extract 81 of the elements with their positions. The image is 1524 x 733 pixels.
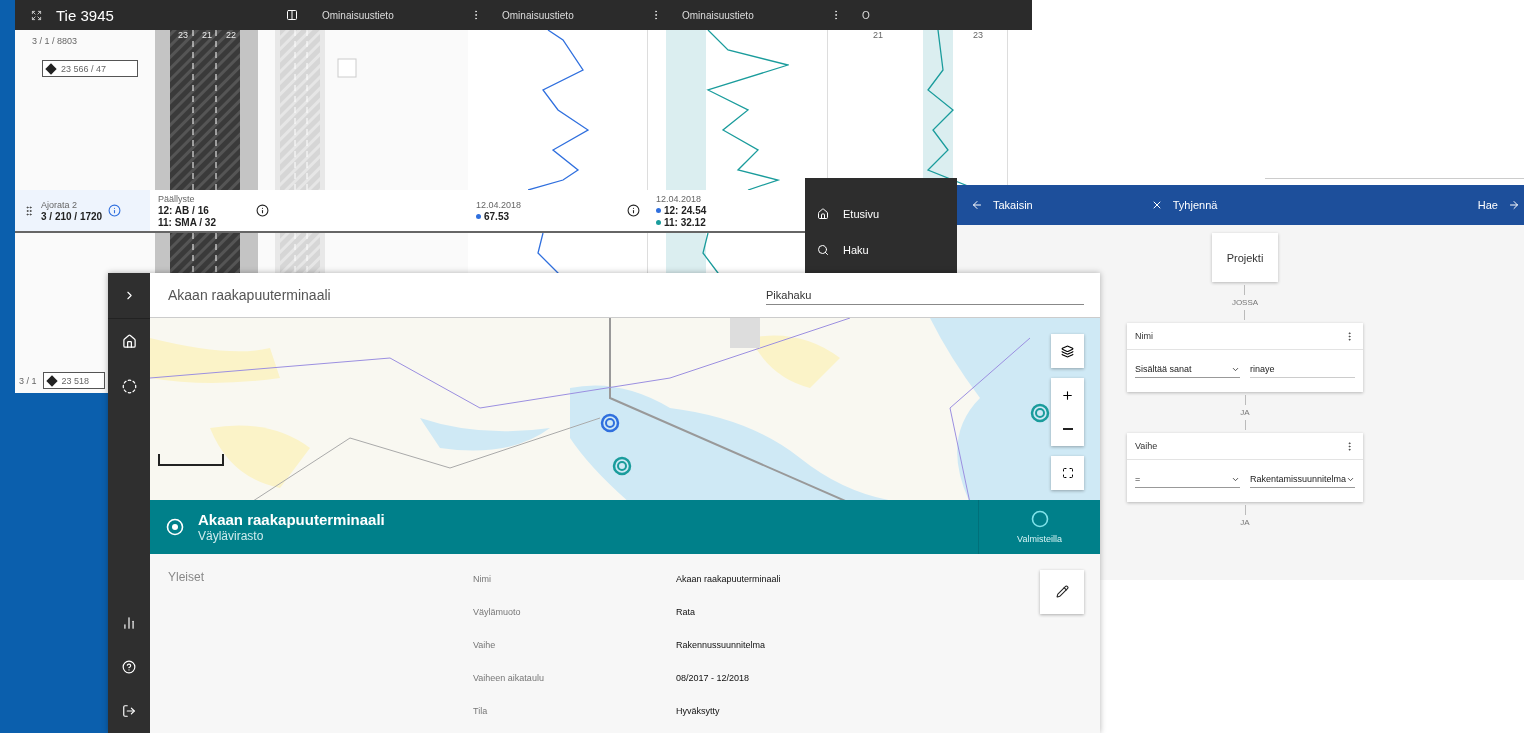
- back-icon: [971, 199, 983, 211]
- scale-bar: [158, 453, 224, 466]
- pavement-label: Päällyste: [158, 193, 196, 204]
- column-header: O: [862, 9, 870, 21]
- field-value: Rakennussuunnitelma: [676, 639, 767, 652]
- back-button[interactable]: Takaisin: [967, 195, 1037, 215]
- reading-date: 12.04.2018: [476, 199, 522, 210]
- status-button[interactable]: Valmisteilla: [978, 499, 1100, 554]
- lane-number: 22: [226, 30, 237, 40]
- condition-field: Nimi: [1135, 331, 1153, 341]
- plus-icon: [1061, 388, 1074, 402]
- condition-field: Vaihe: [1135, 441, 1158, 451]
- operator-select[interactable]: =: [1135, 474, 1240, 488]
- circle-icon[interactable]: [121, 378, 137, 394]
- field-label: Vaihe: [473, 639, 497, 652]
- lane-number: 21: [202, 30, 213, 40]
- clear-button[interactable]: Tyhjennä: [1146, 195, 1222, 215]
- drag-handle-icon[interactable]: [23, 204, 35, 217]
- column-header: Ominaisuustieto: [322, 9, 394, 21]
- map-marker-icon[interactable]: [600, 413, 620, 434]
- banner-subtitle: Väylävirasto: [198, 528, 265, 543]
- field-label: Nimi: [473, 573, 492, 586]
- value-input[interactable]: rinaye: [1250, 364, 1355, 378]
- pencil-icon: [1055, 585, 1069, 599]
- minus-icon: [1062, 428, 1073, 431]
- fullscreen-icon: [1061, 467, 1074, 480]
- menu-item[interactable]: Etusivu: [805, 196, 957, 232]
- connector-label: JOSSA: [1231, 298, 1259, 307]
- window-title: Akaan raakapuuterminaali: [168, 287, 331, 304]
- value-select[interactable]: Rakentamissuunnitelma: [1249, 474, 1355, 488]
- fullscreen-button[interactable]: [1051, 456, 1084, 491]
- reading-value: 11: 32.12: [656, 216, 707, 228]
- connector-label: JA: [1240, 518, 1250, 527]
- field-label: Tila: [473, 705, 489, 718]
- operator-select[interactable]: Sisältää sanat: [1135, 364, 1240, 378]
- carriageway-label: Ajorata 2: [41, 199, 79, 210]
- info-icon[interactable]: [627, 204, 640, 217]
- address-label: 3 / 1 / 8803: [32, 36, 79, 46]
- pavement-value: 11: SMA / 32: [158, 216, 216, 228]
- address-label: 3 / 1: [19, 375, 37, 386]
- lane-number: 21: [873, 30, 883, 40]
- field-label: Väylämuoto: [473, 606, 522, 619]
- pavement-value: 12: AB / 16: [158, 204, 210, 216]
- expand-icon[interactable]: [31, 9, 42, 21]
- map-marker-icon[interactable]: [1030, 403, 1050, 424]
- help-icon[interactable]: [122, 660, 136, 674]
- search-button[interactable]: Hae: [1473, 195, 1524, 215]
- connector-label: JA: [1240, 408, 1250, 417]
- home-icon[interactable]: [121, 334, 137, 349]
- search-icon: [817, 244, 829, 256]
- forward-icon: [1508, 199, 1520, 211]
- lane-number: 23: [973, 30, 984, 40]
- carriageway-value: 3 / 210 / 1720: [41, 210, 103, 222]
- reading-value: 67.53: [476, 210, 522, 222]
- query-root[interactable]: Projekti: [1212, 233, 1278, 282]
- search-field[interactable]: Pikahaku: [766, 285, 1084, 305]
- columns-icon[interactable]: [286, 9, 298, 21]
- column-header: Ominaisuustieto: [682, 9, 754, 21]
- map-marker-icon[interactable]: [612, 456, 632, 477]
- window-title: Tie 3945: [56, 6, 114, 24]
- chart-icon[interactable]: [122, 615, 136, 630]
- field-label: Vaiheen aikataulu: [473, 672, 545, 685]
- marker-label: 23 566 / 47: [42, 60, 138, 77]
- layers-button[interactable]: [1051, 334, 1084, 369]
- lane-number: 23: [178, 30, 188, 40]
- home-icon: [817, 208, 829, 220]
- reading-date: 12.04.2018: [656, 193, 703, 204]
- field-value: Hyväksytty: [676, 705, 721, 718]
- banner-title: Akaan raakapuuterminaali: [198, 510, 385, 528]
- field-value: Rata: [676, 606, 696, 619]
- layers-icon: [1061, 344, 1074, 358]
- exit-icon[interactable]: [122, 704, 136, 718]
- section-title: Yleiset: [168, 570, 206, 586]
- field-value: 08/2017 - 12/2018: [676, 672, 751, 685]
- field-value: Akaan raakapuuterminaali: [676, 573, 782, 586]
- info-icon[interactable]: [256, 204, 269, 217]
- reading-value: 12: 24.54: [656, 204, 707, 216]
- menu-item[interactable]: Haku: [805, 232, 957, 268]
- column-header: Ominaisuustieto: [502, 9, 574, 21]
- circle-icon: [1030, 509, 1049, 528]
- marker-label: 23 518: [42, 372, 105, 389]
